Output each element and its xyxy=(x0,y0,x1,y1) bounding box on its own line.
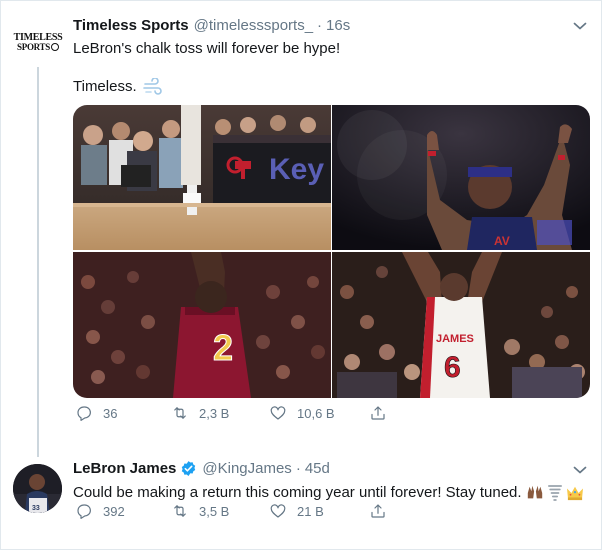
retweet-count: 3,5 B xyxy=(199,503,230,519)
media-photo-heat-6[interactable]: JAMES 6 xyxy=(332,252,590,398)
sponsor-text: Key xyxy=(269,153,324,186)
reply-count: 392 xyxy=(103,503,125,519)
crown-emoji-icon xyxy=(566,486,583,501)
tweet-text-line2: Timeless. xyxy=(73,77,163,97)
tweet-header: LeBron James @KingJames · 45d xyxy=(73,460,330,477)
reply-button[interactable]: 392 xyxy=(75,502,125,520)
timeless-sports-avatar[interactable]: TIMELESS SPORTS xyxy=(13,25,63,59)
avatar-logo-line2-text: SPORTS xyxy=(17,41,50,52)
tweet-text: Could be making a return this coming yea… xyxy=(73,483,584,503)
share-icon xyxy=(371,406,385,420)
tweet-text-timeless: Timeless. xyxy=(73,78,137,95)
author-handle[interactable]: @timelesssports_ xyxy=(194,17,313,34)
media-photo-chalk-toss[interactable]: AV xyxy=(332,105,590,250)
logo-circle-icon xyxy=(50,43,59,51)
avatar-logo-line2: SPORTS xyxy=(17,41,59,52)
tweet-timestamp[interactable]: 16s xyxy=(326,17,350,34)
author-handle[interactable]: @KingJames xyxy=(202,460,291,477)
author-name[interactable]: Timeless Sports xyxy=(73,17,189,34)
retweet-button[interactable]: 3,5 B xyxy=(171,502,229,520)
header-separator: · xyxy=(295,460,301,477)
reply-button[interactable]: 36 xyxy=(75,404,117,422)
tweet-text: LeBron's chalk toss will forever be hype… xyxy=(73,40,341,57)
author-name[interactable]: LeBron James xyxy=(73,460,176,477)
svg-text:33: 33 xyxy=(32,505,40,512)
chevron-down-icon[interactable] xyxy=(573,21,587,31)
share-button[interactable] xyxy=(369,404,387,422)
like-count: 21 B xyxy=(297,503,324,519)
media-photo-cavaliers-23[interactable]: 2 xyxy=(73,252,331,398)
like-button[interactable]: 21 B xyxy=(269,502,324,520)
reply-icon xyxy=(77,406,91,421)
tweet-timestamp[interactable]: 45d xyxy=(305,460,330,477)
heart-icon xyxy=(270,504,286,518)
reply-count: 36 xyxy=(103,405,118,421)
retweet-button[interactable]: 2,3 B xyxy=(171,404,229,422)
retweet-icon xyxy=(174,505,186,517)
reply-icon xyxy=(77,504,91,519)
chevron-down-icon[interactable] xyxy=(573,465,587,475)
share-button[interactable] xyxy=(369,502,387,520)
dash-emoji-icon xyxy=(142,78,162,95)
svg-text:AV: AV xyxy=(494,234,510,248)
retweet-icon xyxy=(174,407,186,419)
media-photo-courtside[interactable]: Key xyxy=(73,105,331,250)
share-icon xyxy=(371,504,385,518)
tweet-text-content: Could be making a return this coming yea… xyxy=(73,484,522,501)
tweet-thread: TIMELESS SPORTS Timeless Sports @timeles… xyxy=(0,0,602,550)
header-separator: · xyxy=(317,17,323,34)
tornado-emoji-icon xyxy=(547,485,562,501)
avatar-logo-line1: TIMELESS xyxy=(13,31,63,43)
retweet-count: 2,3 B xyxy=(199,405,230,421)
svg-text:JAMES: JAMES xyxy=(436,333,474,345)
like-count: 10,6 B xyxy=(297,405,335,421)
verified-badge-icon xyxy=(182,461,196,476)
jersey-number-6: 6 xyxy=(444,351,461,384)
lebron-james-avatar[interactable]: 33 xyxy=(13,464,62,513)
tweet-header: Timeless Sports @timelesssports_ · 16s xyxy=(73,17,350,34)
heart-icon xyxy=(270,406,286,420)
jersey-number-23: 2 xyxy=(213,327,233,368)
tweet-media-grid: Key AV 2 JAMES 6 xyxy=(73,105,590,398)
like-button[interactable]: 10,6 B xyxy=(269,404,335,422)
raised-hands-emoji-icon xyxy=(527,485,542,499)
thread-connector-line xyxy=(37,67,39,457)
